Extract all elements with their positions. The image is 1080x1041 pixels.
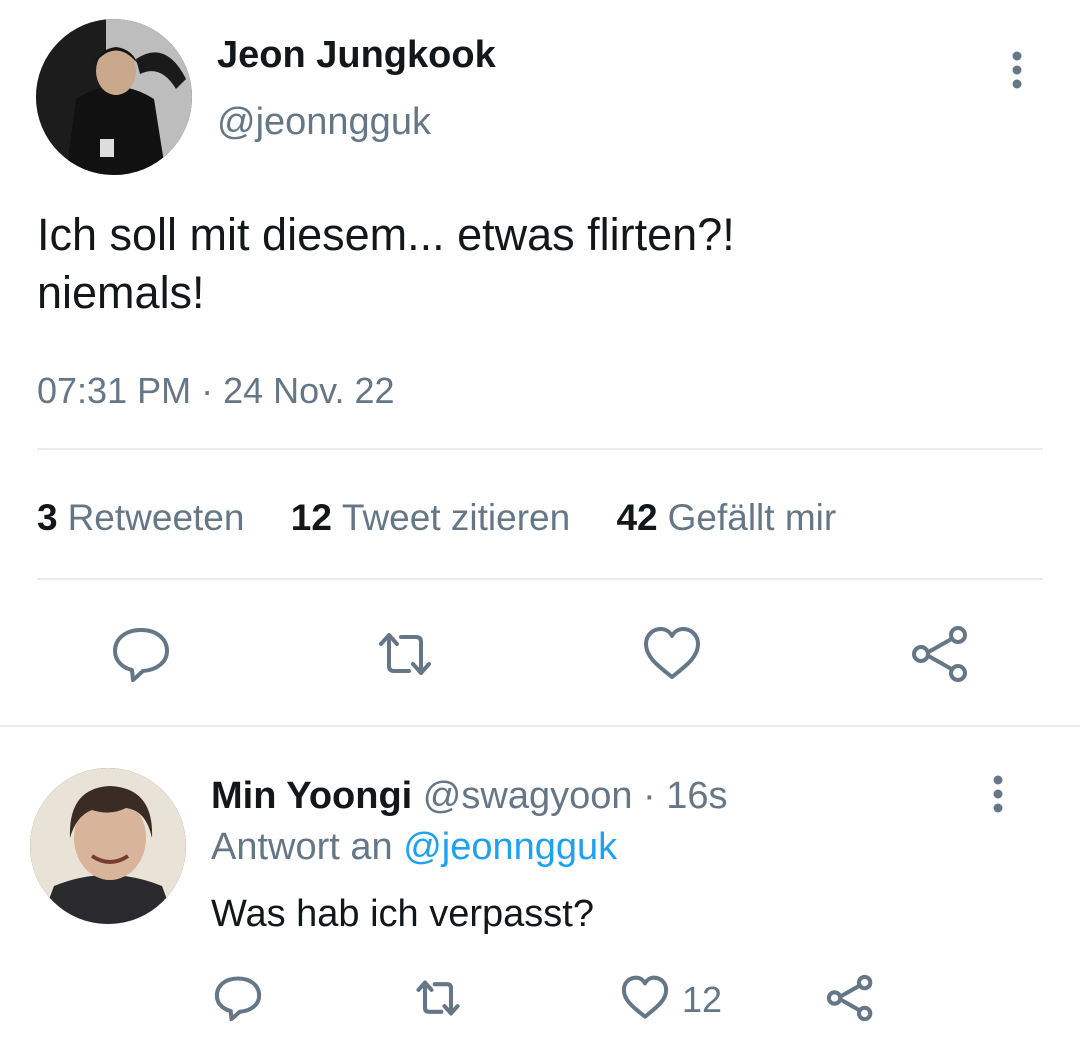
divider	[37, 578, 1043, 580]
avatar-photo	[36, 19, 192, 175]
more-options-icon[interactable]	[986, 774, 1010, 814]
quote-label: Tweet zitieren	[341, 497, 571, 538]
tweet-text-line: Ich soll mit diesem... etwas flirten?!	[37, 209, 735, 260]
like-icon	[644, 627, 700, 679]
reply-to-link[interactable]: @jeonngguk	[403, 826, 617, 868]
reply-text: Was hab ich verpasst?	[211, 893, 594, 935]
like-icon	[621, 975, 669, 1019]
quote-stat[interactable]: 12 Tweet zitieren	[291, 497, 570, 539]
reply-author-name[interactable]: Min Yoongi	[211, 775, 412, 817]
tweet-text: Ich soll mit diesem... etwas flirten?! n…	[37, 206, 1037, 322]
author-handle[interactable]: @jeonngguk	[217, 101, 431, 144]
like-count: 42	[616, 497, 658, 538]
like-button[interactable]	[640, 622, 704, 686]
like-stat[interactable]: 42 Gefällt mir	[616, 497, 836, 539]
share-icon	[912, 626, 967, 682]
reply-like-count: 12	[682, 979, 723, 1020]
tweet-text-line: niemals!	[37, 267, 205, 318]
reply-icon	[113, 628, 169, 682]
retweet-icon	[379, 633, 431, 675]
retweet-stat[interactable]: 3 Retweeten	[37, 497, 244, 539]
separator-dot: ·	[643, 775, 656, 817]
share-button[interactable]	[824, 972, 876, 1024]
like-button[interactable]	[619, 972, 671, 1024]
tweet-separator	[0, 725, 1080, 727]
engagement-stats: 3 Retweeten 12 Tweet zitieren 42 Gefällt mi…	[37, 497, 872, 539]
share-button[interactable]	[908, 622, 972, 686]
reply-button[interactable]	[212, 972, 264, 1024]
retweet-count: 3	[37, 497, 58, 538]
reply-author-avatar[interactable]	[30, 768, 186, 924]
reply-icon	[214, 976, 262, 1022]
reply-header: Min Yoongi @swagyoon · 16s	[211, 775, 728, 818]
quote-count: 12	[290, 497, 332, 538]
author-avatar[interactable]	[36, 19, 192, 175]
like-label: Gefällt mir	[667, 497, 837, 538]
more-options-icon[interactable]	[1005, 50, 1029, 90]
retweet-label: Retweeten	[67, 497, 245, 538]
avatar-photo	[30, 768, 186, 924]
reply-button[interactable]	[109, 622, 173, 686]
retweet-icon	[416, 980, 460, 1016]
reply-to-label: Antwort an	[211, 826, 393, 868]
retweet-button[interactable]	[373, 622, 437, 686]
retweet-button[interactable]	[412, 972, 464, 1024]
share-icon	[826, 974, 873, 1022]
reply-author-handle[interactable]: @swagyoon	[423, 775, 633, 817]
reply-timestamp: 16s	[666, 775, 728, 817]
tweet-timestamp: 07:31 PM · 24 Nov. 22	[37, 370, 395, 411]
divider	[37, 448, 1043, 450]
author-name[interactable]: Jeon Jungkook	[217, 34, 496, 77]
reply-context: Antwort an @jeonngguk	[211, 826, 617, 869]
